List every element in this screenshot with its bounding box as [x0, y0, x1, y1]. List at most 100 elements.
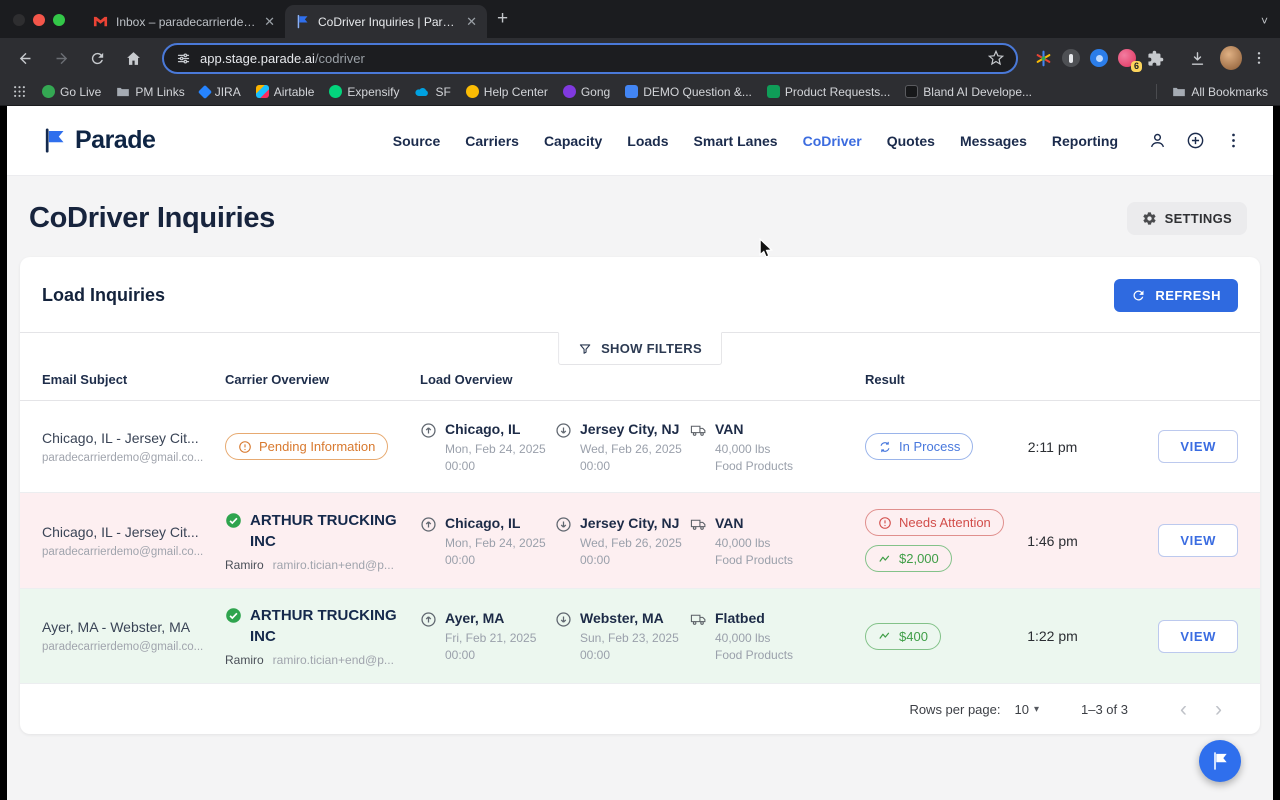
- destination-cell: Jersey City, NJ Wed, Feb 26, 2025 00:00: [555, 421, 690, 473]
- card-header: Load Inquiries REFRESH: [20, 257, 1260, 332]
- carrier-contact: Ramiro ramiro.tician+end@p...: [225, 653, 394, 667]
- forward-arrow-icon: [56, 52, 67, 64]
- rate-badge: $400: [865, 622, 941, 650]
- destination-cell: Webster, MA Sun, Feb 23, 2025 00:00: [555, 610, 690, 662]
- bookmark-expensify[interactable]: Expensify: [329, 85, 399, 99]
- table-row[interactable]: Chicago, IL - Jersey Cit... paradecarrie…: [20, 493, 1260, 589]
- table-row[interactable]: Ayer, MA - Webster, MA paradecarrierdemo…: [20, 589, 1260, 684]
- equipment-cell: VAN 40,000 lbs Food Products: [690, 515, 865, 567]
- page-title-row: CoDriver Inquiries SETTINGS: [7, 176, 1273, 257]
- bookmark-demo-question[interactable]: DEMO Question &...: [625, 85, 752, 99]
- view-button[interactable]: VIEW: [1158, 524, 1238, 557]
- extension-pink-badge-icon[interactable]: 6: [1116, 47, 1142, 72]
- new-tab-button[interactable]: +: [497, 8, 508, 30]
- reload-icon: [91, 52, 103, 64]
- bland-ai-icon: [905, 85, 919, 98]
- reload-button[interactable]: [82, 43, 112, 73]
- more-vertical-icon[interactable]: [1224, 131, 1243, 150]
- bookmark-help-center[interactable]: Help Center: [465, 85, 548, 99]
- truck-icon: [690, 614, 706, 625]
- bookmark-star-icon[interactable]: [988, 50, 1004, 66]
- settings-button[interactable]: SETTINGS: [1126, 202, 1247, 235]
- nav-capacity[interactable]: Capacity: [544, 133, 602, 149]
- view-button[interactable]: VIEW: [1158, 619, 1238, 653]
- email-subject-cell: Chicago, IL - Jersey Cit... paradecarrie…: [42, 430, 225, 464]
- extension-dark-icon[interactable]: [1060, 47, 1082, 69]
- nav-smart-lanes[interactable]: Smart Lanes: [694, 133, 778, 149]
- help-center-icon: [465, 85, 479, 98]
- origin-cell: Chicago, IL Mon, Feb 24, 2025 00:00: [420, 515, 555, 567]
- nav-messages[interactable]: Messages: [960, 133, 1027, 149]
- filter-bar: SHOW FILTERS: [20, 332, 1260, 368]
- browser-menu-button[interactable]: [1248, 47, 1270, 69]
- next-page-button[interactable]: ›: [1201, 699, 1236, 720]
- bookmark-salesforce[interactable]: SF: [414, 85, 451, 99]
- window-minimize-button[interactable]: [33, 14, 45, 26]
- nav-codriver[interactable]: CoDriver: [803, 133, 862, 149]
- rate-zigzag-icon: [879, 555, 890, 562]
- bookmark-airtable[interactable]: Airtable: [255, 85, 314, 99]
- all-bookmarks-button[interactable]: All Bookmarks: [1172, 85, 1268, 99]
- downloads-button[interactable]: [1186, 47, 1208, 69]
- refresh-button[interactable]: REFRESH: [1114, 279, 1238, 312]
- received-time: 2:11 pm: [1027, 438, 1078, 455]
- truck-icon: [690, 425, 706, 436]
- back-button[interactable]: [10, 43, 40, 73]
- nav-loads[interactable]: Loads: [627, 133, 668, 149]
- view-button[interactable]: VIEW: [1158, 430, 1238, 463]
- column-load-overview: Load Overview: [420, 372, 513, 387]
- nav-quotes[interactable]: Quotes: [887, 133, 935, 149]
- rows-per-page-select[interactable]: 10 ▾: [1015, 702, 1040, 717]
- extensions-puzzle-icon[interactable]: [1144, 47, 1166, 69]
- bookmark-go-live[interactable]: Go Live: [42, 85, 101, 99]
- email-subject: Chicago, IL - Jersey Cit...: [42, 523, 199, 540]
- window-close-button[interactable]: [13, 14, 25, 26]
- show-filters-button[interactable]: SHOW FILTERS: [558, 332, 722, 365]
- apps-grid-icon[interactable]: [12, 84, 27, 99]
- profile-avatar[interactable]: [1220, 46, 1242, 70]
- desktop-frame: Parade Source Carriers Capacity Loads Sm…: [0, 106, 1280, 800]
- parade-logo[interactable]: Parade: [41, 126, 156, 155]
- nav-reporting[interactable]: Reporting: [1052, 133, 1118, 149]
- parade-assistant-fab[interactable]: [1199, 740, 1241, 782]
- tab-close-icon[interactable]: ✕: [264, 14, 275, 30]
- carrier-name: ARTHUR TRUCKING INC: [250, 607, 397, 645]
- user-icon[interactable]: [1148, 131, 1167, 150]
- tab-close-icon[interactable]: ✕: [466, 14, 477, 30]
- nav-source[interactable]: Source: [393, 133, 440, 149]
- origin-cell: Chicago, IL Mon, Feb 24, 2025 00:00: [420, 421, 555, 473]
- bookmark-product-requests[interactable]: Product Requests...: [766, 85, 890, 99]
- bookmark-gong[interactable]: Gong: [562, 85, 610, 99]
- extension-blue-icon[interactable]: [1088, 47, 1110, 69]
- bookmark-jira[interactable]: JIRA: [197, 84, 241, 99]
- extension-colorful-icon[interactable]: [1032, 47, 1054, 69]
- tab-gmail-inbox[interactable]: Inbox – paradecarrierdemo@ ✕: [83, 5, 285, 38]
- rate-badge: $2,000: [865, 545, 952, 572]
- table-row[interactable]: Chicago, IL - Jersey Cit... paradecarrie…: [20, 401, 1260, 493]
- previous-page-button[interactable]: ‹: [1166, 699, 1201, 720]
- home-button[interactable]: [118, 43, 148, 73]
- window-zoom-button[interactable]: [53, 14, 65, 26]
- jira-icon: [197, 84, 212, 99]
- rate-zigzag-icon: [879, 632, 890, 639]
- bookmark-folder-pm-links[interactable]: PM Links: [116, 85, 185, 99]
- rows-per-page-label: Rows per page:: [909, 701, 1001, 717]
- origin-arrow-up-icon: [421, 612, 436, 627]
- alert-icon: [239, 440, 251, 453]
- address-bar[interactable]: app.stage.parade.ai/codriver: [162, 42, 1018, 74]
- forward-button[interactable]: [46, 43, 76, 73]
- nav-carriers[interactable]: Carriers: [465, 133, 519, 149]
- carrier-cell: Pending Information: [225, 433, 420, 460]
- tab-codriver-inquiries[interactable]: CoDriver Inquiries | Parade ✕: [285, 5, 487, 38]
- filter-funnel-icon: [579, 343, 591, 354]
- google-sheets-icon: [766, 85, 780, 98]
- bookmark-bland-ai[interactable]: Bland AI Develope...: [905, 85, 1032, 99]
- result-cell: $400: [865, 622, 1005, 650]
- tab-search-chevron-icon[interactable]: ˅: [1261, 14, 1268, 28]
- url-text[interactable]: app.stage.parade.ai/codriver: [200, 51, 979, 66]
- origin-arrow-up-icon: [421, 516, 436, 532]
- home-icon: [126, 51, 140, 65]
- pending-information-badge: Pending Information: [225, 433, 389, 460]
- equipment-cell: VAN 40,000 lbs Food Products: [690, 421, 865, 473]
- add-circle-icon[interactable]: [1186, 131, 1205, 150]
